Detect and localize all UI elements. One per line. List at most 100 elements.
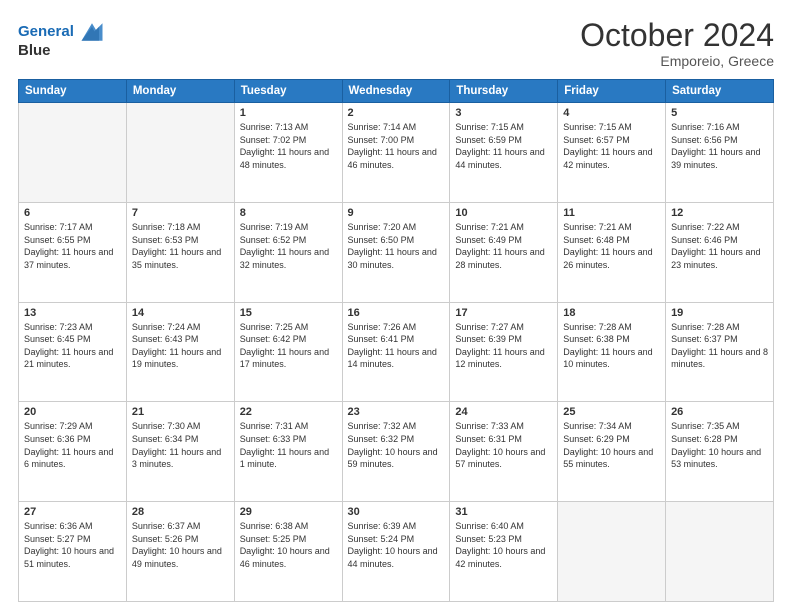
calendar-cell: 20 Sunrise: 7:29 AMSunset: 6:36 PMDayligh… <box>19 402 127 502</box>
calendar-cell: 27 Sunrise: 6:36 AMSunset: 5:27 PMDayligh… <box>19 502 127 602</box>
day-number: 13 <box>24 307 121 319</box>
day-number: 6 <box>24 207 121 219</box>
day-info: Sunrise: 7:34 AMSunset: 6:29 PMDaylight:… <box>563 420 660 470</box>
day-number: 14 <box>132 307 229 319</box>
day-number: 22 <box>240 406 337 418</box>
calendar-cell <box>126 103 234 203</box>
day-number: 16 <box>348 307 445 319</box>
weekday-header-cell: Sunday <box>19 80 127 103</box>
calendar-cell: 19Sunrise: 7:28 AMSunset: 6:37 PMDayligh… <box>666 302 774 402</box>
day-number: 20 <box>24 406 121 418</box>
day-info: Sunrise: 7:29 AMSunset: 6:36 PMDaylight:… <box>24 420 121 470</box>
page-header: General Blue October 2024 Emporeio, Gree… <box>18 18 774 69</box>
calendar-cell: 23Sunrise: 7:32 AMSunset: 6:32 PMDayligh… <box>342 402 450 502</box>
day-info: Sunrise: 7:26 AMSunset: 6:41 PMDaylight:… <box>348 321 445 371</box>
calendar-cell: 18Sunrise: 7:28 AMSunset: 6:38 PMDayligh… <box>558 302 666 402</box>
calendar-cell: 26 Sunrise: 7:35 AMSunset: 6:28 PMDayligh… <box>666 402 774 502</box>
day-info: Sunrise: 6:37 AMSunset: 5:26 PMDaylight:… <box>132 520 229 570</box>
day-info: Sunrise: 7:22 AMSunset: 6:46 PMDaylight:… <box>671 221 768 271</box>
weekday-header-cell: Saturday <box>666 80 774 103</box>
day-number: 10 <box>455 207 552 219</box>
day-number: 25 <box>563 406 660 418</box>
calendar-cell: 12 Sunrise: 7:22 AMSunset: 6:46 PMDayligh… <box>666 202 774 302</box>
calendar-cell: 13 Sunrise: 7:23 AMSunset: 6:45 PMDayligh… <box>19 302 127 402</box>
calendar-cell: 1 Sunrise: 7:13 AMSunset: 7:02 PMDaylight… <box>234 103 342 203</box>
weekday-header-row: SundayMondayTuesdayWednesdayThursdayFrid… <box>19 80 774 103</box>
day-info: Sunrise: 7:33 AMSunset: 6:31 PMDaylight:… <box>455 420 552 470</box>
calendar-cell: 30 Sunrise: 6:39 AMSunset: 5:24 PMDayligh… <box>342 502 450 602</box>
calendar-cell: 2 Sunrise: 7:14 AMSunset: 7:00 PMDaylight… <box>342 103 450 203</box>
day-info: Sunrise: 7:25 AMSunset: 6:42 PMDaylight:… <box>240 321 337 371</box>
calendar-week-row: 20 Sunrise: 7:29 AMSunset: 6:36 PMDayligh… <box>19 402 774 502</box>
day-number: 12 <box>671 207 768 219</box>
calendar-week-row: 13 Sunrise: 7:23 AMSunset: 6:45 PMDayligh… <box>19 302 774 402</box>
day-number: 9 <box>348 207 445 219</box>
day-number: 26 <box>671 406 768 418</box>
day-info: Sunrise: 6:38 AMSunset: 5:25 PMDaylight:… <box>240 520 337 570</box>
title-block: October 2024 Emporeio, Greece <box>580 18 774 69</box>
calendar-cell: 8Sunrise: 7:19 AMSunset: 6:52 PMDaylight… <box>234 202 342 302</box>
day-info: Sunrise: 7:14 AMSunset: 7:00 PMDaylight:… <box>348 121 445 171</box>
weekday-header-cell: Friday <box>558 80 666 103</box>
day-info: Sunrise: 7:15 AMSunset: 6:59 PMDaylight:… <box>455 121 552 171</box>
day-number: 2 <box>348 107 445 119</box>
day-info: Sunrise: 7:32 AMSunset: 6:32 PMDaylight:… <box>348 420 445 470</box>
day-number: 3 <box>455 107 552 119</box>
day-info: Sunrise: 7:20 AMSunset: 6:50 PMDaylight:… <box>348 221 445 271</box>
day-number: 4 <box>563 107 660 119</box>
calendar-cell: 3 Sunrise: 7:15 AMSunset: 6:59 PMDaylight… <box>450 103 558 203</box>
weekday-header-cell: Monday <box>126 80 234 103</box>
calendar-cell: 21 Sunrise: 7:30 AMSunset: 6:34 PMDayligh… <box>126 402 234 502</box>
calendar-cell: 24 Sunrise: 7:33 AMSunset: 6:31 PMDayligh… <box>450 402 558 502</box>
day-info: Sunrise: 7:24 AMSunset: 6:43 PMDaylight:… <box>132 321 229 371</box>
calendar-cell: 10 Sunrise: 7:21 AMSunset: 6:49 PMDayligh… <box>450 202 558 302</box>
day-info: Sunrise: 7:17 AMSunset: 6:55 PMDaylight:… <box>24 221 121 271</box>
calendar-cell: 11 Sunrise: 7:21 AMSunset: 6:48 PMDayligh… <box>558 202 666 302</box>
calendar-cell <box>19 103 127 203</box>
calendar-table: SundayMondayTuesdayWednesdayThursdayFrid… <box>18 79 774 602</box>
day-number: 7 <box>132 207 229 219</box>
logo: General Blue <box>18 18 106 59</box>
day-info: Sunrise: 6:39 AMSunset: 5:24 PMDaylight:… <box>348 520 445 570</box>
day-number: 24 <box>455 406 552 418</box>
day-number: 11 <box>563 207 660 219</box>
calendar-week-row: 27 Sunrise: 6:36 AMSunset: 5:27 PMDayligh… <box>19 502 774 602</box>
day-info: Sunrise: 7:28 AMSunset: 6:38 PMDaylight:… <box>563 321 660 371</box>
calendar-cell: 28Sunrise: 6:37 AMSunset: 5:26 PMDayligh… <box>126 502 234 602</box>
day-info: Sunrise: 7:30 AMSunset: 6:34 PMDaylight:… <box>132 420 229 470</box>
day-info: Sunrise: 6:36 AMSunset: 5:27 PMDaylight:… <box>24 520 121 570</box>
calendar-cell: 4 Sunrise: 7:15 AMSunset: 6:57 PMDaylight… <box>558 103 666 203</box>
day-number: 30 <box>348 506 445 518</box>
day-number: 1 <box>240 107 337 119</box>
day-number: 27 <box>24 506 121 518</box>
calendar-cell: 15Sunrise: 7:25 AMSunset: 6:42 PMDayligh… <box>234 302 342 402</box>
day-info: Sunrise: 7:31 AMSunset: 6:33 PMDaylight:… <box>240 420 337 470</box>
day-number: 21 <box>132 406 229 418</box>
weekday-header-cell: Thursday <box>450 80 558 103</box>
day-info: Sunrise: 7:13 AMSunset: 7:02 PMDaylight:… <box>240 121 337 171</box>
day-info: Sunrise: 7:27 AMSunset: 6:39 PMDaylight:… <box>455 321 552 371</box>
day-info: Sunrise: 7:28 AMSunset: 6:37 PMDaylight:… <box>671 321 768 371</box>
day-info: Sunrise: 7:35 AMSunset: 6:28 PMDaylight:… <box>671 420 768 470</box>
day-info: Sunrise: 7:23 AMSunset: 6:45 PMDaylight:… <box>24 321 121 371</box>
day-info: Sunrise: 7:21 AMSunset: 6:49 PMDaylight:… <box>455 221 552 271</box>
day-info: Sunrise: 7:18 AMSunset: 6:53 PMDaylight:… <box>132 221 229 271</box>
calendar-cell: 16 Sunrise: 7:26 AMSunset: 6:41 PMDayligh… <box>342 302 450 402</box>
calendar-cell: 6 Sunrise: 7:17 AMSunset: 6:55 PMDaylight… <box>19 202 127 302</box>
weekday-header-cell: Tuesday <box>234 80 342 103</box>
calendar-cell: 29 Sunrise: 6:38 AMSunset: 5:25 PMDayligh… <box>234 502 342 602</box>
day-info: Sunrise: 7:19 AMSunset: 6:52 PMDaylight:… <box>240 221 337 271</box>
day-number: 29 <box>240 506 337 518</box>
day-number: 17 <box>455 307 552 319</box>
calendar-cell: 9 Sunrise: 7:20 AMSunset: 6:50 PMDaylight… <box>342 202 450 302</box>
day-number: 5 <box>671 107 768 119</box>
calendar-cell <box>558 502 666 602</box>
weekday-header-cell: Wednesday <box>342 80 450 103</box>
calendar-body: 1 Sunrise: 7:13 AMSunset: 7:02 PMDaylight… <box>19 103 774 602</box>
calendar-cell: 5Sunrise: 7:16 AMSunset: 6:56 PMDaylight… <box>666 103 774 203</box>
calendar-week-row: 6 Sunrise: 7:17 AMSunset: 6:55 PMDaylight… <box>19 202 774 302</box>
calendar-cell: 14 Sunrise: 7:24 AMSunset: 6:43 PMDayligh… <box>126 302 234 402</box>
day-info: Sunrise: 7:15 AMSunset: 6:57 PMDaylight:… <box>563 121 660 171</box>
day-info: Sunrise: 7:21 AMSunset: 6:48 PMDaylight:… <box>563 221 660 271</box>
day-info: Sunrise: 6:40 AMSunset: 5:23 PMDaylight:… <box>455 520 552 570</box>
